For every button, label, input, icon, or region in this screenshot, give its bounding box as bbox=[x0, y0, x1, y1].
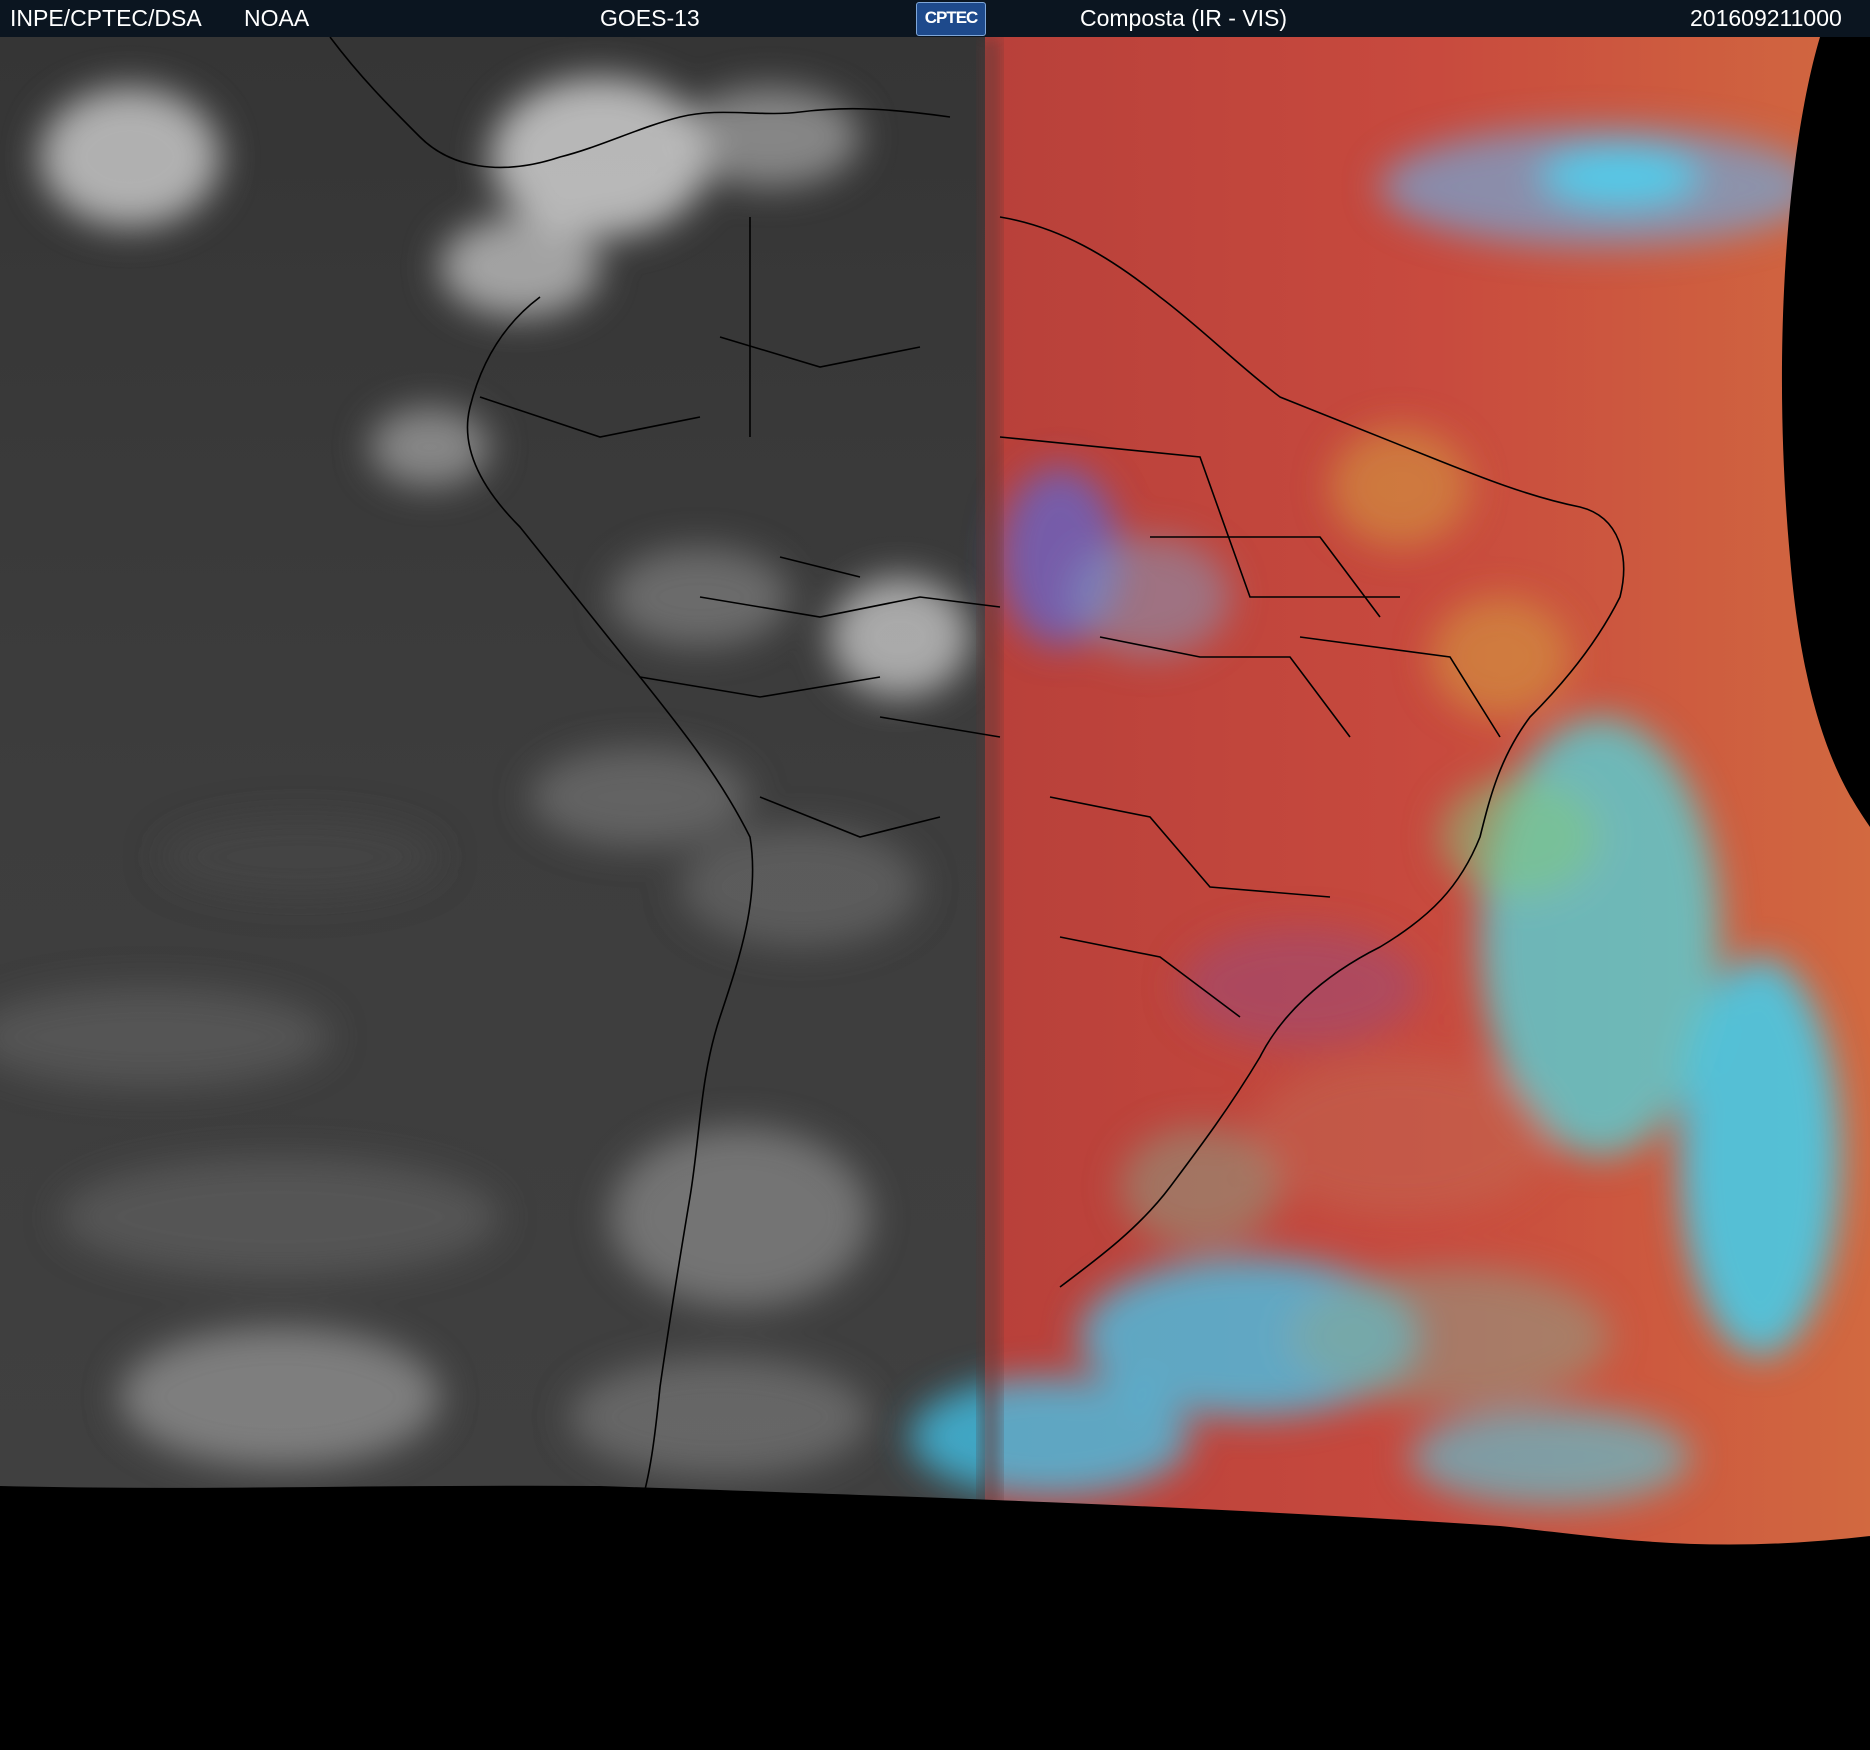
timestamp-label: 201609211000 bbox=[1690, 5, 1842, 31]
cptec-logo: CPTEC bbox=[916, 2, 986, 36]
satellite-image bbox=[0, 37, 1870, 1750]
header-bar: INPE/CPTEC/DSA NOAA GOES-13 CPTEC Compos… bbox=[0, 0, 1870, 37]
satellite-image-svg bbox=[0, 37, 1870, 1750]
cptec-logo-text: CPTEC bbox=[924, 8, 979, 27]
provider-label: NOAA bbox=[244, 5, 310, 31]
satellite-label: GOES-13 bbox=[600, 5, 700, 31]
terminator-edge bbox=[980, 37, 1000, 1537]
agency-label: INPE/CPTEC/DSA bbox=[10, 5, 202, 31]
product-label: Composta (IR - VIS) bbox=[1080, 5, 1288, 31]
